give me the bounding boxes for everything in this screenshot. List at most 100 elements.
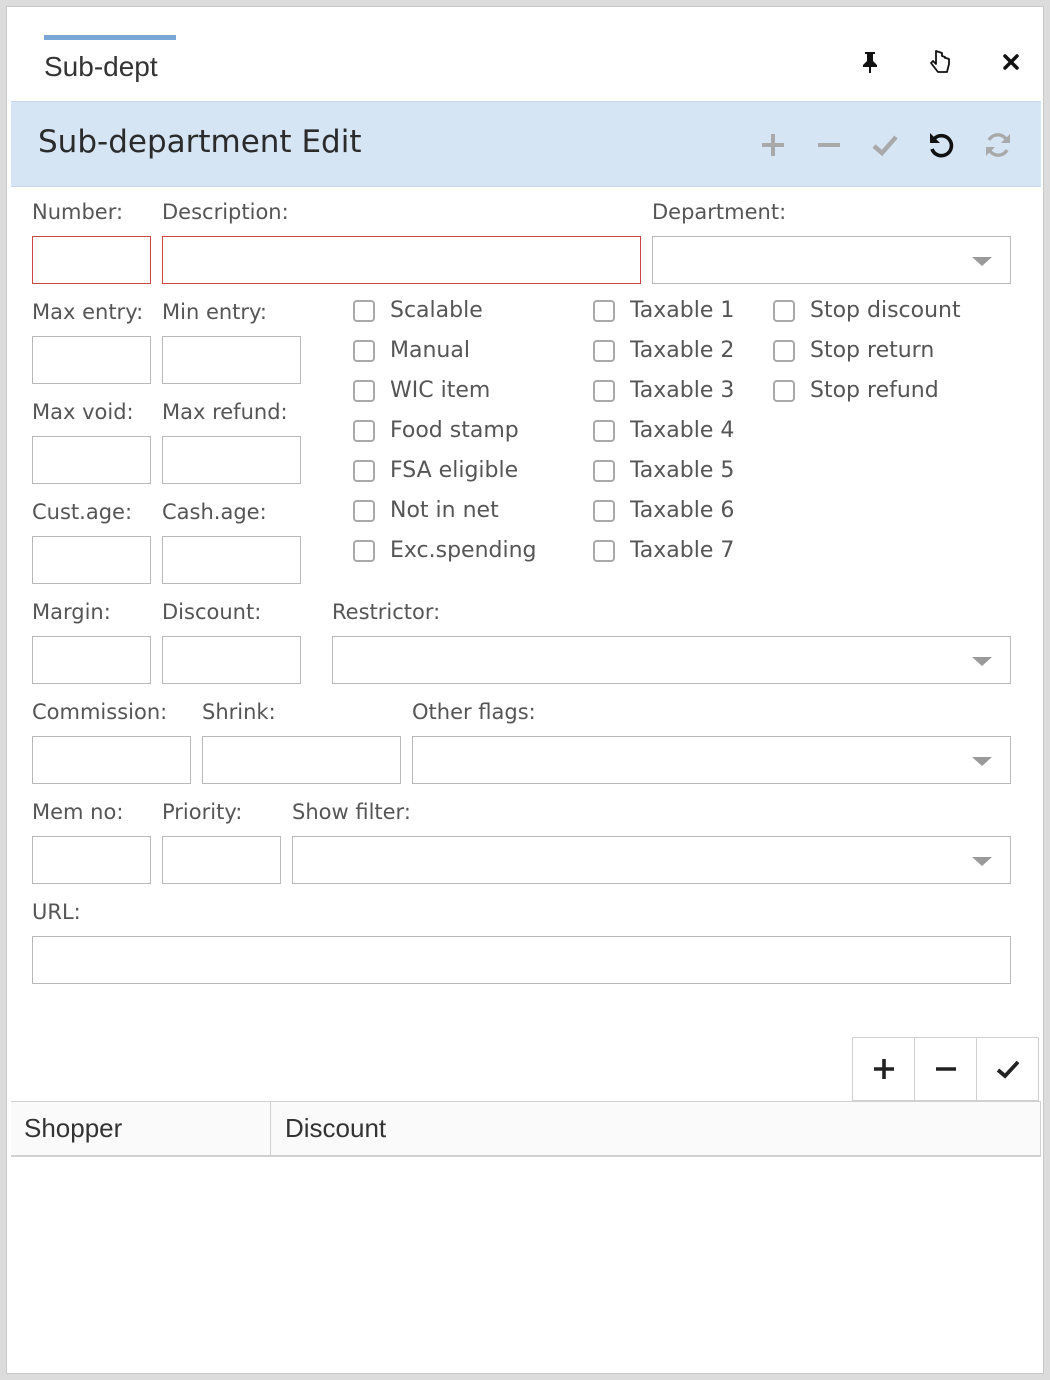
checkbox-label: Food stamp bbox=[390, 418, 519, 443]
checkbox-label: Taxable 4 bbox=[630, 418, 735, 443]
number-label: Number: bbox=[32, 200, 124, 224]
number-field[interactable] bbox=[32, 236, 151, 284]
column-header-shopper[interactable]: Shopper bbox=[11, 1102, 271, 1155]
remove-icon bbox=[935, 1067, 956, 1071]
checkbox-stop-return[interactable]: Stop return bbox=[773, 338, 934, 363]
checkbox-box[interactable] bbox=[353, 419, 375, 442]
checkbox-box[interactable] bbox=[773, 299, 795, 322]
checkbox-box[interactable] bbox=[593, 419, 615, 442]
commission-field[interactable] bbox=[32, 736, 191, 784]
grid-remove-button[interactable] bbox=[914, 1037, 977, 1101]
checkbox-box[interactable] bbox=[593, 299, 615, 322]
check-icon[interactable] bbox=[864, 124, 906, 166]
checkbox-box[interactable] bbox=[353, 499, 375, 522]
checkbox-box[interactable] bbox=[593, 339, 615, 362]
checkbox-wic-item[interactable]: WIC item bbox=[353, 378, 490, 403]
mem-no-label: Mem no: bbox=[32, 800, 124, 824]
checkbox-taxable-6[interactable]: Taxable 6 bbox=[593, 498, 734, 523]
restrictor-label: Restrictor: bbox=[332, 600, 441, 624]
cash-age-label: Cash.age: bbox=[162, 500, 267, 524]
shrink-field[interactable] bbox=[202, 736, 401, 784]
pin-icon[interactable] bbox=[855, 47, 885, 77]
other-flags-select[interactable] bbox=[412, 736, 1011, 784]
min-entry-label: Min entry: bbox=[162, 300, 268, 324]
pointer-icon[interactable] bbox=[925, 47, 955, 77]
close-icon[interactable] bbox=[996, 47, 1026, 77]
checkbox-box[interactable] bbox=[353, 379, 375, 402]
margin-label: Margin: bbox=[32, 600, 111, 624]
checkbox-box[interactable] bbox=[353, 539, 375, 562]
checkbox-box[interactable] bbox=[773, 379, 795, 402]
checkbox-manual[interactable]: Manual bbox=[353, 338, 470, 363]
max-void-field[interactable] bbox=[32, 436, 151, 484]
checkbox-label: Taxable 3 bbox=[630, 378, 735, 403]
margin-field[interactable] bbox=[32, 636, 151, 684]
checkbox-taxable-4[interactable]: Taxable 4 bbox=[593, 418, 734, 443]
column-header-discount[interactable]: Discount bbox=[271, 1102, 1041, 1155]
checkbox-box[interactable] bbox=[773, 339, 795, 362]
mem-no-field[interactable] bbox=[32, 836, 151, 884]
department-label: Department: bbox=[652, 200, 787, 224]
checkbox-taxable-1[interactable]: Taxable 1 bbox=[593, 298, 734, 323]
priority-field[interactable] bbox=[162, 836, 281, 884]
max-void-label: Max void: bbox=[32, 400, 134, 424]
grid-add-button[interactable] bbox=[852, 1037, 915, 1101]
chevron-down-icon bbox=[972, 857, 992, 866]
edit-header: Sub-department Edit bbox=[11, 101, 1041, 187]
add-icon[interactable] bbox=[752, 124, 794, 166]
checkbox-label: Stop refund bbox=[810, 378, 939, 403]
description-label: Description: bbox=[162, 200, 289, 224]
checkbox-food-stamp[interactable]: Food stamp bbox=[353, 418, 519, 443]
checkbox-label: Taxable 5 bbox=[630, 458, 735, 483]
max-entry-field[interactable] bbox=[32, 336, 151, 384]
checkbox-box[interactable] bbox=[353, 299, 375, 322]
refresh-icon[interactable] bbox=[977, 124, 1019, 166]
discount-field[interactable] bbox=[162, 636, 301, 684]
checkbox-stop-discount[interactable]: Stop discount bbox=[773, 298, 961, 323]
cash-age-field[interactable] bbox=[162, 536, 301, 584]
tab-indicator bbox=[44, 35, 176, 40]
show-filter-select[interactable] bbox=[292, 836, 1011, 884]
department-select[interactable] bbox=[652, 236, 1011, 284]
tab-title[interactable]: Sub-dept bbox=[44, 51, 158, 83]
checkbox-label: Stop discount bbox=[810, 298, 961, 323]
checkbox-box[interactable] bbox=[593, 379, 615, 402]
checkbox-box[interactable] bbox=[353, 339, 375, 362]
priority-label: Priority: bbox=[162, 800, 243, 824]
checkbox-label: Taxable 2 bbox=[630, 338, 735, 363]
checkbox-taxable-2[interactable]: Taxable 2 bbox=[593, 338, 734, 363]
chevron-down-icon bbox=[972, 657, 992, 666]
checkbox-label: Manual bbox=[390, 338, 470, 363]
show-filter-label: Show filter: bbox=[292, 800, 411, 824]
max-entry-label: Max entry: bbox=[32, 300, 144, 324]
checkbox-box[interactable] bbox=[593, 539, 615, 562]
checkbox-box[interactable] bbox=[353, 459, 375, 482]
checkbox-box[interactable] bbox=[593, 499, 615, 522]
grid-check-button[interactable] bbox=[976, 1037, 1039, 1101]
checkbox-box[interactable] bbox=[593, 459, 615, 482]
undo-icon[interactable] bbox=[921, 124, 963, 166]
max-refund-field[interactable] bbox=[162, 436, 301, 484]
checkbox-label: Stop return bbox=[810, 338, 935, 363]
checkbox-taxable-7[interactable]: Taxable 7 bbox=[593, 538, 734, 563]
checkbox-exc-spending[interactable]: Exc.spending bbox=[353, 538, 537, 563]
description-field[interactable] bbox=[162, 236, 641, 284]
check-icon bbox=[996, 1060, 1019, 1079]
checkbox-label: Scalable bbox=[390, 298, 483, 323]
min-entry-field[interactable] bbox=[162, 336, 301, 384]
checkbox-scalable[interactable]: Scalable bbox=[353, 298, 483, 323]
page-title: Sub-department Edit bbox=[38, 124, 362, 160]
checkbox-taxable-3[interactable]: Taxable 3 bbox=[593, 378, 734, 403]
other-flags-label: Other flags: bbox=[412, 700, 536, 724]
cust-age-field[interactable] bbox=[32, 536, 151, 584]
checkbox-stop-refund[interactable]: Stop refund bbox=[773, 378, 939, 403]
restrictor-select[interactable] bbox=[332, 636, 1011, 684]
checkbox-fsa-eligible[interactable]: FSA eligible bbox=[353, 458, 518, 483]
checkbox-label: FSA eligible bbox=[390, 458, 519, 483]
cust-age-label: Cust.age: bbox=[32, 500, 133, 524]
remove-icon[interactable] bbox=[808, 124, 850, 166]
sub-dept-window: Sub-dept Sub-department Edit Number: Des… bbox=[6, 6, 1044, 1374]
checkbox-taxable-5[interactable]: Taxable 5 bbox=[593, 458, 734, 483]
checkbox-not-in-net[interactable]: Not in net bbox=[353, 498, 499, 523]
url-field[interactable] bbox=[32, 936, 1011, 984]
